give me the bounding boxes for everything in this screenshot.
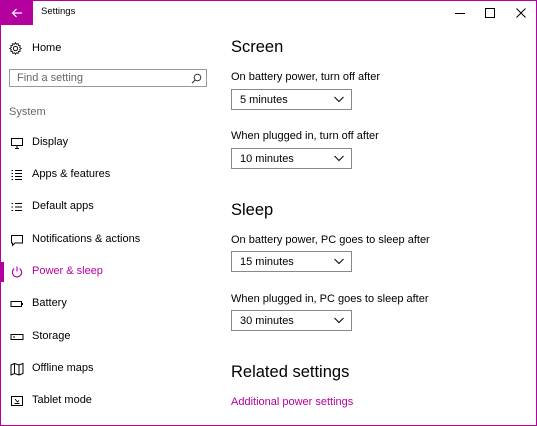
sidebar-item-display[interactable]: Display	[1, 131, 211, 155]
chevron-down-icon	[334, 258, 344, 265]
sidebar-item-label: Display	[32, 136, 69, 148]
title-bar: Settings	[1, 1, 536, 25]
sidebar-item-battery[interactable]: Battery	[1, 292, 211, 316]
monitor-icon	[11, 138, 23, 149]
sidebar-item-power-sleep[interactable]: Power & sleep	[1, 260, 211, 284]
sidebar-item-default-apps[interactable]: Default apps	[1, 195, 211, 219]
sidebar-item-label: Battery	[32, 297, 67, 309]
screen-heading: Screen	[231, 38, 284, 56]
search-icon[interactable]	[191, 73, 202, 84]
sidebar-item-label: Default apps	[32, 200, 94, 212]
sidebar-item-offline-maps[interactable]: Offline maps	[1, 357, 211, 381]
sidebar-item-label: Notifications & actions	[32, 233, 141, 245]
close-button[interactable]	[506, 1, 536, 25]
sidebar-item-label: Apps & features	[32, 168, 111, 180]
dropdown-value: 10 minutes	[240, 153, 294, 165]
search-input[interactable]	[10, 70, 187, 86]
maximize-button[interactable]	[475, 1, 505, 25]
default-apps-icon	[11, 202, 22, 212]
sidebar-item-apps-features[interactable]: Apps & features	[1, 163, 211, 187]
sleep-battery-label: On battery power, PC goes to sleep after	[231, 234, 430, 246]
chevron-down-icon	[334, 155, 344, 162]
minimize-button[interactable]	[445, 1, 475, 25]
sidebar-item-label: Tablet mode	[32, 394, 92, 406]
sidebar-item-label: Storage	[32, 330, 71, 342]
dropdown-value: 5 minutes	[240, 94, 288, 106]
sidebar-item-storage[interactable]: Storage	[1, 325, 211, 349]
tablet-icon	[11, 396, 23, 406]
sidebar-item-notifications[interactable]: Notifications & actions	[1, 228, 211, 252]
window-title: Settings	[41, 6, 76, 17]
additional-power-settings-link[interactable]: Additional power settings	[231, 396, 353, 408]
sidebar-item-label: Offline maps	[32, 362, 94, 374]
screen-battery-label: On battery power, turn off after	[231, 71, 380, 83]
screen-battery-dropdown[interactable]: 5 minutes	[231, 89, 352, 110]
sleep-plugged-dropdown[interactable]: 30 minutes	[231, 310, 352, 331]
storage-icon	[10, 334, 24, 340]
power-icon	[11, 266, 23, 278]
home-label: Home	[32, 42, 62, 54]
settings-window: Settings Home System	[0, 0, 537, 426]
list-icon	[11, 169, 22, 181]
search-box	[9, 69, 207, 87]
message-icon	[11, 235, 23, 247]
chevron-down-icon	[334, 317, 344, 324]
gear-icon	[9, 41, 22, 55]
sleep-heading: Sleep	[231, 201, 274, 219]
dropdown-value: 30 minutes	[240, 315, 294, 327]
battery-icon	[10, 301, 23, 307]
sidebar-item-label: Power & sleep	[32, 265, 103, 277]
back-button[interactable]	[1, 1, 33, 25]
sidebar-item-tablet-mode[interactable]: Tablet mode	[1, 389, 211, 413]
sleep-plugged-label: When plugged in, PC goes to sleep after	[231, 293, 429, 305]
close-icon	[516, 8, 526, 18]
sidebar: Home System Display Apps & features	[1, 25, 217, 425]
back-arrow-icon	[11, 8, 22, 18]
map-icon	[10, 362, 24, 376]
dropdown-value: 15 minutes	[240, 256, 294, 268]
screen-plugged-label: When plugged in, turn off after	[231, 130, 379, 142]
maximize-icon	[485, 8, 495, 18]
section-label-system: System	[9, 106, 46, 118]
screen-plugged-dropdown[interactable]: 10 minutes	[231, 148, 352, 169]
minimize-icon	[455, 13, 465, 14]
home-link[interactable]: Home	[9, 39, 61, 57]
chevron-down-icon	[334, 96, 344, 103]
sleep-battery-dropdown[interactable]: 15 minutes	[231, 251, 352, 272]
related-settings-heading: Related settings	[231, 363, 350, 381]
